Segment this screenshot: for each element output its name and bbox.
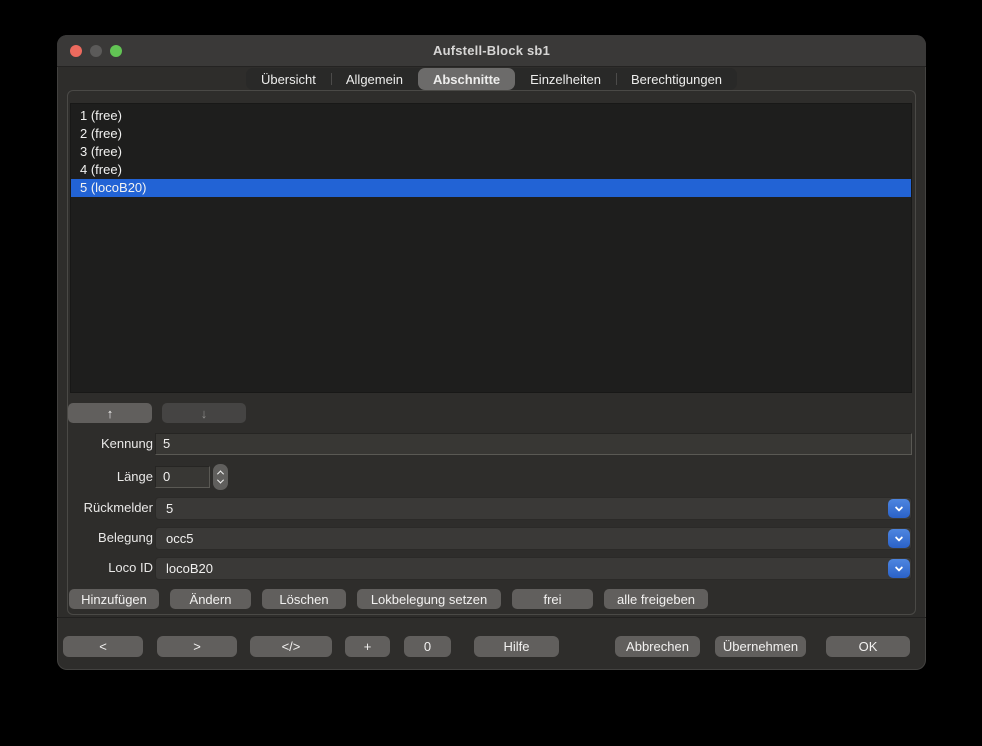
next-button[interactable]: > [157,636,237,657]
add-button[interactable]: Hinzufügen [69,589,159,609]
rueckmelder-combo[interactable]: 5 [155,497,912,520]
tab-label: Allgemein [346,72,403,87]
apply-button[interactable]: Übernehmen [715,636,806,657]
cancel-button[interactable]: Abbrechen [615,636,700,657]
xml-button[interactable]: </> [250,636,332,657]
list-item[interactable]: 2 (free) [71,125,911,143]
belegung-value: occ5 [166,531,193,546]
laenge-label: Länge [67,466,153,488]
list-item[interactable]: 4 (free) [71,161,911,179]
tab-label: Berechtigungen [631,72,722,87]
chevron-down-icon [895,503,903,511]
zero-button[interactable]: 0 [404,636,451,657]
footer-divider [57,617,926,618]
titlebar[interactable]: Aufstell-Block sb1 [57,35,926,67]
tab-separator [331,73,332,85]
list-item[interactable]: 1 (free) [71,107,911,125]
close-button[interactable] [70,45,82,57]
help-button[interactable]: Hilfe [474,636,559,657]
rueckmelder-value: 5 [166,501,173,516]
tab-uebersicht[interactable]: Übersicht [246,68,331,90]
tab-berechtigungen[interactable]: Berechtigungen [616,68,737,90]
window-title: Aufstell-Block sb1 [433,43,550,58]
tab-abschnitte[interactable]: Abschnitte [418,68,515,90]
loco-id-dropdown-button[interactable] [888,559,910,578]
tab-label: Einzelheiten [530,72,601,87]
stepper-down-icon [217,477,224,484]
prev-button[interactable]: < [63,636,143,657]
tab-einzelheiten[interactable]: Einzelheiten [515,68,616,90]
change-button[interactable]: Ändern [170,589,251,609]
delete-button[interactable]: Löschen [262,589,346,609]
arrow-up-icon: ↑ [107,406,114,421]
belegung-dropdown-button[interactable] [888,529,910,548]
rueckmelder-dropdown-button[interactable] [888,499,910,518]
tab-row: Übersicht Allgemein Abschnitte Einzelhei… [57,68,926,90]
tab-label: Übersicht [261,72,316,87]
arrow-down-icon: ↓ [201,406,208,421]
laenge-input[interactable]: 0 [155,466,210,488]
move-up-button[interactable]: ↑ [68,403,152,423]
list-item[interactable]: 3 (free) [71,143,911,161]
loco-id-value: locoB20 [166,561,213,576]
belegung-combo[interactable]: occ5 [155,527,912,550]
zoom-button[interactable] [110,45,122,57]
plus-button[interactable]: + [345,636,390,657]
free-button[interactable]: frei [512,589,593,609]
loco-id-label: Loco ID [67,557,153,579]
minimize-button[interactable] [90,45,102,57]
free-all-button[interactable]: alle freigeben [604,589,708,609]
set-loco-occupancy-button[interactable]: Lokbelegung setzen [357,589,501,609]
kennung-input[interactable]: 5 [155,433,912,455]
move-down-button[interactable]: ↓ [162,403,246,423]
action-button-row: Hinzufügen Ändern Löschen Lokbelegung se… [69,589,708,609]
list-item-selected[interactable]: 5 (locoB20) [71,179,911,197]
chevron-down-icon [895,563,903,571]
belegung-label: Belegung [67,527,153,549]
laenge-stepper[interactable] [213,464,228,490]
loco-id-combo[interactable]: locoB20 [155,557,912,580]
tab-bar: Übersicht Allgemein Abschnitte Einzelhei… [246,68,737,90]
tab-label: Abschnitte [433,72,500,87]
tab-separator [616,73,617,85]
rueckmelder-label: Rückmelder [67,497,153,519]
sections-list[interactable]: 1 (free) 2 (free) 3 (free) 4 (free) 5 (l… [70,103,912,393]
tab-allgemein[interactable]: Allgemein [331,68,418,90]
dialog-window: Aufstell-Block sb1 Übersicht Allgemein A… [57,35,926,670]
traffic-lights [70,35,122,67]
chevron-down-icon [895,533,903,541]
kennung-label: Kennung [67,433,153,455]
ok-button[interactable]: OK [826,636,910,657]
